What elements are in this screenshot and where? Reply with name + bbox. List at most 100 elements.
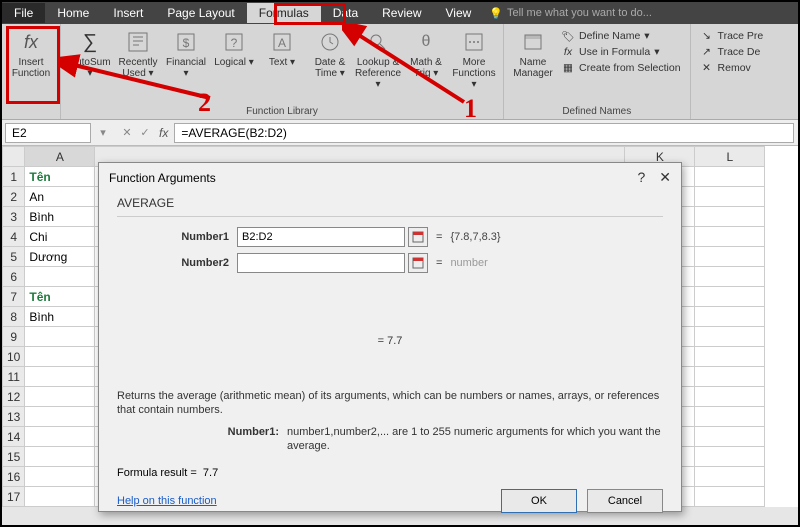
- more-functions-button[interactable]: More Functions ▾: [450, 27, 498, 92]
- cell-a3[interactable]: Bình: [25, 207, 95, 227]
- more-functions-label: More Functions: [452, 57, 495, 79]
- row-header[interactable]: 8: [3, 307, 25, 327]
- use-in-formula-button[interactable]: fxUse in Formula ▾: [561, 45, 681, 59]
- cell-a4[interactable]: Chi: [25, 227, 95, 247]
- row-header[interactable]: 17: [3, 487, 25, 507]
- cancel-entry-icon[interactable]: ✕: [119, 125, 135, 141]
- row-header[interactable]: 6: [3, 267, 25, 287]
- tell-me[interactable]: 💡 Tell me what you want to do...: [489, 7, 652, 20]
- recently-used-button[interactable]: Recently Used ▾: [114, 27, 162, 81]
- tab-data[interactable]: Data: [321, 3, 370, 23]
- row-header[interactable]: 11: [3, 367, 25, 387]
- date-time-button[interactable]: Date & Time ▾: [306, 27, 354, 81]
- lookup-ref-label: Lookup & Reference: [355, 57, 401, 79]
- arg-help-text: number1,number2,... are 1 to 255 numeric…: [287, 425, 663, 453]
- cell-a6[interactable]: [25, 267, 95, 287]
- row-header[interactable]: 12: [3, 387, 25, 407]
- name-box[interactable]: [5, 123, 91, 143]
- tab-insert[interactable]: Insert: [101, 3, 155, 23]
- tab-file[interactable]: File: [2, 3, 45, 23]
- cell-a8[interactable]: Bình: [25, 307, 95, 327]
- dialog-close-icon[interactable]: ✕: [659, 169, 671, 186]
- row-header[interactable]: 9: [3, 327, 25, 347]
- cell-a2[interactable]: An: [25, 187, 95, 207]
- row-header[interactable]: 16: [3, 467, 25, 487]
- number1-ref-button[interactable]: [408, 227, 428, 247]
- dialog-title: Function Arguments: [109, 171, 216, 185]
- cell-a7[interactable]: Tên: [25, 287, 95, 307]
- cancel-button[interactable]: Cancel: [587, 489, 663, 513]
- function-library-label: Function Library: [246, 106, 318, 117]
- dialog-function-name: AVERAGE: [117, 196, 663, 210]
- trace-dependents-button[interactable]: ↗Trace De: [700, 45, 764, 59]
- col-header-l[interactable]: L: [695, 147, 765, 167]
- trace-precedents-button[interactable]: ↘Trace Pre: [700, 29, 764, 43]
- dialog-help-icon[interactable]: ?: [637, 169, 645, 186]
- number2-preview: number: [450, 257, 487, 269]
- insert-function-label: Insert Function: [12, 57, 50, 79]
- row-header[interactable]: 5: [3, 247, 25, 267]
- remove-arrows-button[interactable]: ✕Remov: [700, 61, 764, 75]
- number1-input[interactable]: [237, 227, 405, 247]
- formula-bar-row: ▾ ✕ ✓ fx: [2, 120, 798, 146]
- tab-formulas[interactable]: Formulas: [247, 3, 321, 23]
- row-header[interactable]: 3: [3, 207, 25, 227]
- ok-button[interactable]: OK: [501, 489, 577, 513]
- select-all-corner[interactable]: [3, 147, 25, 167]
- tab-view[interactable]: View: [434, 3, 484, 23]
- math-trig-button[interactable]: θ Math & Trig ▾: [402, 27, 450, 81]
- define-name-label: Define Name: [579, 30, 640, 42]
- date-time-label: Date & Time: [315, 57, 346, 79]
- enter-entry-icon[interactable]: ✓: [137, 125, 153, 141]
- text-icon: A: [268, 29, 296, 55]
- clock-icon: [316, 29, 344, 55]
- create-from-selection-label: Create from Selection: [579, 62, 681, 74]
- insert-function-button[interactable]: fx Insert Function: [7, 27, 55, 81]
- lookup-reference-button[interactable]: Lookup & Reference ▾: [354, 27, 402, 92]
- name-manager-button[interactable]: Name Manager: [509, 27, 557, 81]
- recently-used-label: Recently Used: [119, 57, 158, 79]
- tag-icon: 🏷: [561, 29, 575, 43]
- text-button[interactable]: A Text ▾: [258, 27, 306, 70]
- row-header[interactable]: 14: [3, 427, 25, 447]
- tab-review[interactable]: Review: [370, 3, 433, 23]
- formula-result-label: Formula result =: [117, 467, 197, 479]
- row-header[interactable]: 1: [3, 167, 25, 187]
- number2-ref-button[interactable]: [408, 253, 428, 273]
- theta-icon: θ: [412, 29, 440, 55]
- ribbon: fx Insert Function ∑ AutoSum ▾ Recently …: [2, 24, 798, 120]
- remove-icon: ✕: [700, 61, 714, 75]
- menu-tabs: File Home Insert Page Layout Formulas Da…: [2, 2, 798, 24]
- help-link[interactable]: Help on this function: [117, 495, 217, 507]
- formula-bar[interactable]: [174, 123, 794, 143]
- create-from-selection-button[interactable]: ▦ Create from Selection: [561, 61, 681, 75]
- tab-home[interactable]: Home: [45, 3, 101, 23]
- cell-a1[interactable]: Tên: [25, 167, 95, 187]
- more-icon: [460, 29, 488, 55]
- financial-button[interactable]: $ Financial ▾: [162, 27, 210, 81]
- math-trig-label: Math & Trig: [410, 57, 442, 79]
- group-insert-function: fx Insert Function: [2, 24, 61, 119]
- col-header-a[interactable]: A: [25, 147, 95, 167]
- logical-button[interactable]: ? Logical ▾: [210, 27, 258, 70]
- define-name-button[interactable]: 🏷Define Name ▾: [561, 29, 681, 43]
- lightbulb-icon: 💡: [489, 7, 503, 20]
- tab-page-layout[interactable]: Page Layout: [155, 3, 246, 23]
- row-header[interactable]: 7: [3, 287, 25, 307]
- row-header[interactable]: 10: [3, 347, 25, 367]
- fx-bar-icon[interactable]: fx: [159, 126, 168, 140]
- row-header[interactable]: 2: [3, 187, 25, 207]
- lookup-icon: [364, 29, 392, 55]
- row-header[interactable]: 15: [3, 447, 25, 467]
- grid-icon: ▦: [561, 61, 575, 75]
- use-in-formula-label: Use in Formula: [579, 46, 650, 58]
- svg-text:?: ?: [231, 36, 238, 50]
- cell-a5[interactable]: Dương: [25, 247, 95, 267]
- row-header[interactable]: 4: [3, 227, 25, 247]
- row-header[interactable]: 13: [3, 407, 25, 427]
- number2-input[interactable]: [237, 253, 405, 273]
- defined-names-label: Defined Names: [562, 106, 631, 117]
- namebox-dropdown-icon[interactable]: ▾: [95, 125, 111, 141]
- function-description: Returns the average (arithmetic mean) of…: [117, 389, 663, 417]
- autosum-button[interactable]: ∑ AutoSum ▾: [66, 27, 114, 81]
